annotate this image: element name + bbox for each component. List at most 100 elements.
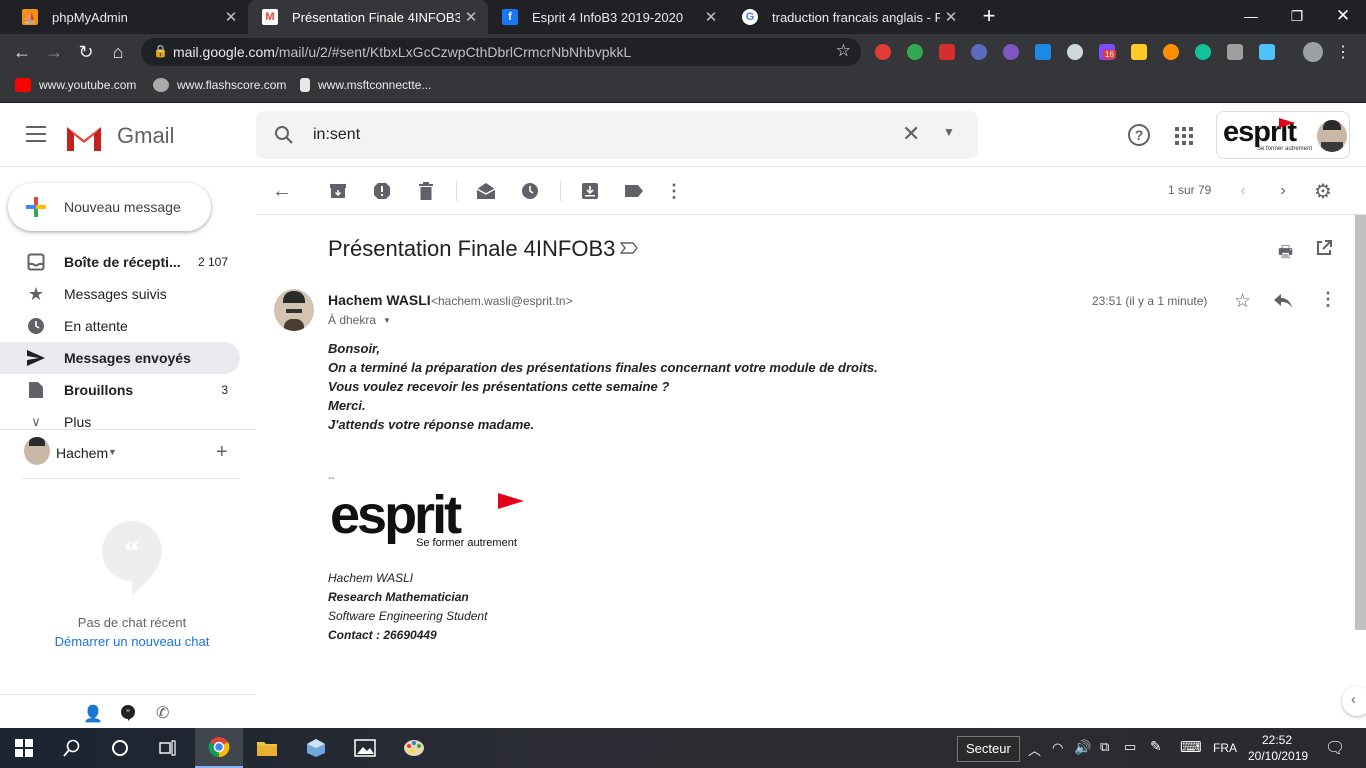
- sidebar-item-starred[interactable]: ★ Messages suivis: [0, 278, 240, 310]
- address-bar[interactable]: 🔒 mail.google.com/mail/u/2/#sent/KtbxLxG…: [141, 38, 861, 66]
- start-new-chat-link[interactable]: Démarrer un nouveau chat: [0, 634, 264, 649]
- search-icon[interactable]: [48, 728, 96, 768]
- task-view-icon[interactable]: [144, 728, 192, 768]
- close-tab-icon[interactable]: ✕: [460, 8, 482, 26]
- new-tab-button[interactable]: +: [966, 0, 1012, 32]
- sidebar-item-inbox[interactable]: Boîte de récepti... 2 107: [0, 246, 240, 278]
- newer-chevron-left-icon[interactable]: ‹: [1233, 181, 1253, 201]
- forward-arrow-icon[interactable]: →: [41, 39, 67, 65]
- help-icon[interactable]: ?: [1128, 124, 1150, 146]
- search-bar[interactable]: in:sent ✕ ▼: [256, 111, 978, 159]
- show-hidden-icons-chevron-icon[interactable]: ︿: [1028, 740, 1041, 759]
- clock-time[interactable]: 22:52: [1262, 733, 1292, 747]
- extension-grid-icon[interactable]: [1131, 44, 1147, 60]
- phone-call-icon[interactable]: ✆: [156, 703, 169, 723]
- more-options-vertical-icon[interactable]: ⋮: [664, 181, 684, 201]
- extension-owl-icon[interactable]: [1163, 44, 1179, 60]
- side-panel-toggle-icon[interactable]: ‹: [1342, 686, 1366, 716]
- move-to-icon[interactable]: [580, 181, 600, 201]
- apps-grid-icon[interactable]: [1175, 127, 1193, 145]
- extension-reader-icon[interactable]: [1227, 44, 1243, 60]
- bookmark-star-icon[interactable]: ☆: [836, 41, 851, 61]
- home-icon[interactable]: ⌂: [105, 39, 131, 65]
- close-tab-icon[interactable]: ✕: [940, 8, 962, 26]
- bookmark-msftconnecttest[interactable]: www.msftconnectte...: [300, 78, 431, 92]
- clock-date[interactable]: 20/10/2019: [1248, 749, 1308, 763]
- recipient-details-dropdown-icon[interactable]: ▼: [383, 316, 391, 325]
- volume-speaker-icon[interactable]: 🔊: [1074, 739, 1091, 756]
- sidebar-item-drafts[interactable]: Brouillons 3: [0, 374, 240, 406]
- virtualbox-icon[interactable]: [292, 728, 340, 768]
- photos-app-icon[interactable]: [341, 728, 389, 768]
- tab-google[interactable]: G traduction francais anglais - Rech ✕: [728, 0, 968, 34]
- archive-icon[interactable]: [328, 181, 348, 201]
- back-arrow-icon[interactable]: ←: [9, 39, 35, 65]
- close-tab-icon[interactable]: ✕: [700, 8, 722, 26]
- vertical-scrollbar[interactable]: [1355, 215, 1366, 630]
- reload-icon[interactable]: ↻: [73, 39, 99, 65]
- back-to-list-icon[interactable]: ←: [272, 180, 292, 202]
- print-icon[interactable]: 🖶: [1278, 241, 1298, 261]
- extension-gear-icon[interactable]: [1067, 44, 1083, 60]
- compose-button[interactable]: Nouveau message: [8, 183, 211, 231]
- pen-ink-icon[interactable]: ✎: [1150, 738, 1162, 755]
- keyboard-icon[interactable]: ⌨: [1180, 738, 1202, 756]
- settings-gear-icon[interactable]: ⚙: [1313, 181, 1333, 203]
- label-tag-icon[interactable]: [624, 181, 644, 201]
- sender-name[interactable]: Hachem WASLI: [328, 292, 431, 308]
- mark-unread-icon[interactable]: [476, 181, 496, 201]
- search-icon[interactable]: [274, 125, 294, 145]
- delete-trash-icon[interactable]: [416, 181, 436, 201]
- snooze-clock-icon[interactable]: [520, 181, 540, 201]
- add-chat-plus-icon[interactable]: +: [216, 441, 228, 464]
- sidebar-item-sent[interactable]: Messages envoyés: [0, 342, 240, 374]
- input-language[interactable]: FRA: [1213, 741, 1237, 755]
- hangouts-chat-icon[interactable]: ”: [120, 705, 136, 721]
- extension-pdf-icon[interactable]: [939, 44, 955, 60]
- clear-search-icon[interactable]: ✕: [902, 121, 920, 147]
- tab-phpmyadmin[interactable]: ⛵ phpMyAdmin ✕: [8, 0, 248, 34]
- search-input[interactable]: in:sent: [313, 126, 360, 144]
- close-tab-icon[interactable]: ✕: [220, 8, 242, 26]
- device-copy-icon[interactable]: ⧉: [1100, 739, 1109, 755]
- network-wifi-icon[interactable]: ◠: [1052, 740, 1063, 756]
- star-message-icon[interactable]: ☆: [1234, 290, 1251, 313]
- message-more-vertical-icon[interactable]: ⋮: [1319, 289, 1337, 310]
- older-chevron-right-icon[interactable]: ›: [1273, 181, 1293, 201]
- profile-avatar[interactable]: [1303, 42, 1323, 62]
- restore-button[interactable]: ❐: [1274, 0, 1320, 32]
- tab-facebook[interactable]: f Esprit 4 InfoB3 2019-2020 ✕: [488, 0, 728, 34]
- report-spam-icon[interactable]: [372, 181, 392, 201]
- open-new-window-icon[interactable]: [1316, 240, 1332, 256]
- extension-adblock-icon[interactable]: [875, 44, 891, 60]
- sidebar-item-snoozed[interactable]: En attente: [0, 310, 240, 342]
- hangouts-status-dropdown-icon[interactable]: ▼: [108, 447, 117, 457]
- chrome-taskbar-icon[interactable]: [195, 728, 243, 768]
- minimize-button[interactable]: ―: [1228, 0, 1274, 32]
- menu-more-vertical-icon[interactable]: ⋮: [1330, 39, 1356, 65]
- reply-arrow-icon[interactable]: [1274, 294, 1292, 308]
- file-explorer-icon[interactable]: [243, 728, 291, 768]
- extension-vpn-icon[interactable]: [971, 44, 987, 60]
- hangouts-user-name[interactable]: Hachem: [56, 445, 108, 461]
- bookmark-youtube[interactable]: www.youtube.com: [15, 78, 136, 92]
- extension-drive-icon[interactable]: [907, 44, 923, 60]
- extension-x-icon[interactable]: [1035, 44, 1051, 60]
- important-label-icon[interactable]: [620, 242, 638, 254]
- extension-translate-icon[interactable]: [1259, 44, 1275, 60]
- main-menu-icon[interactable]: [26, 126, 46, 142]
- contacts-person-icon[interactable]: 👤: [83, 704, 103, 724]
- action-center-notification-icon[interactable]: 🗨: [1325, 738, 1345, 758]
- windows-start-icon[interactable]: [0, 728, 48, 768]
- extension-circle-icon[interactable]: [1003, 44, 1019, 60]
- paint-app-icon[interactable]: [390, 728, 438, 768]
- extension-grammarly-icon[interactable]: [1195, 44, 1211, 60]
- sidebar-item-more[interactable]: ∨ Plus: [0, 406, 240, 438]
- extension-calendar-icon[interactable]: 16: [1099, 44, 1116, 60]
- search-options-dropdown-icon[interactable]: ▼: [943, 125, 955, 139]
- account-switcher[interactable]: esprit Se former autrement: [1216, 111, 1350, 159]
- close-window-button[interactable]: ✕: [1320, 0, 1366, 32]
- cortana-icon[interactable]: [96, 728, 144, 768]
- bookmark-flashscore[interactable]: www.flashscore.com: [153, 78, 286, 92]
- tab-gmail[interactable]: M Présentation Finale 4INFOB3 - ha ✕: [248, 0, 488, 34]
